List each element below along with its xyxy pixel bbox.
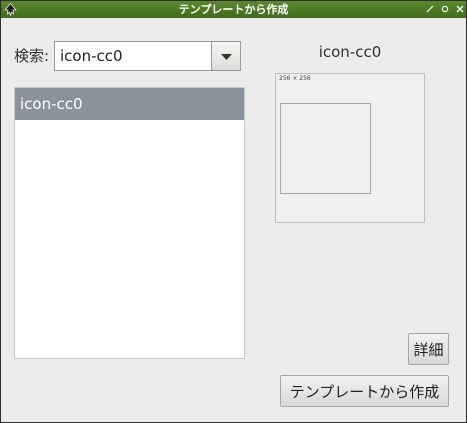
list-item[interactable]: icon-cc0 — [15, 88, 244, 120]
minimize-icon[interactable] — [424, 3, 436, 15]
preview-size-label: 256 × 256 — [279, 75, 311, 82]
title-bar[interactable]: テンプレートから作成 — [1, 1, 466, 18]
create-from-template-button[interactable]: テンプレートから作成 — [280, 375, 449, 407]
search-label: 検索: — [14, 47, 50, 65]
list-item-label: icon-cc0 — [20, 95, 83, 113]
template-list[interactable]: icon-cc0 — [14, 87, 245, 359]
close-icon[interactable] — [454, 3, 466, 15]
dropdown-arrow-icon — [221, 54, 232, 60]
search-dropdown-button[interactable] — [211, 41, 241, 71]
preview-canvas-outline — [280, 103, 371, 194]
preview-title: icon-cc0 — [318, 43, 382, 61]
details-button[interactable]: 詳細 — [408, 333, 449, 365]
template-preview: 256 × 256 — [275, 73, 425, 223]
maximize-icon[interactable] — [439, 3, 451, 15]
search-input[interactable] — [54, 41, 212, 71]
create-from-template-dialog: テンプレートから作成 検索: icon-cc0 icon-cc0 256 × 2… — [0, 0, 467, 423]
window-title: テンプレートから作成 — [178, 3, 289, 16]
